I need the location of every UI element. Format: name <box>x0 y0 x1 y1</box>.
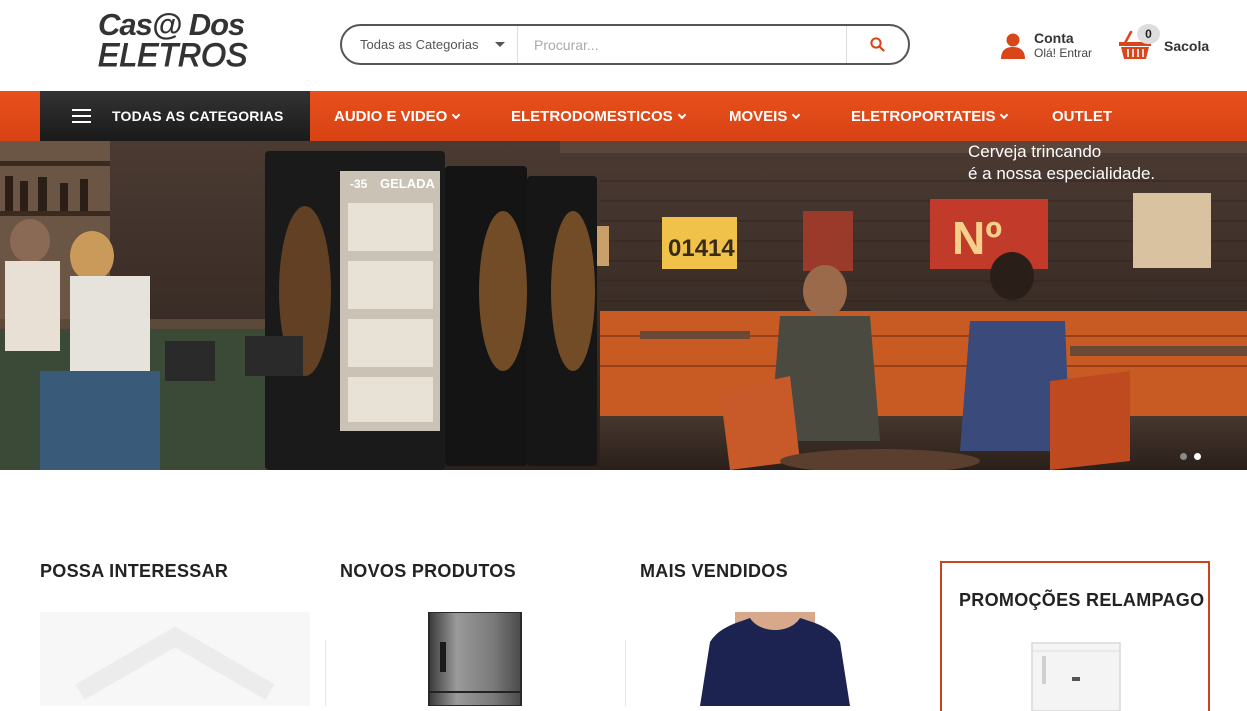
search-input[interactable] <box>519 28 845 61</box>
main-nav: TODAS AS CATEGORIAS AUDIO E VIDEO ELETRO… <box>0 91 1247 141</box>
nav-item-eletrodomesticos[interactable]: ELETRODOMESTICOS <box>511 108 686 125</box>
account-link[interactable]: Conta Olá! Entrar <box>1000 30 1110 64</box>
nav-item-label: ELETRODOMESTICOS <box>511 108 673 125</box>
hamburger-icon <box>72 109 91 123</box>
product-card-placeholder[interactable] <box>40 612 310 706</box>
site-header: Cas@ Dos ELETROS Todas as Categorias Con… <box>0 0 1247 91</box>
nav-item-outlet[interactable]: OUTLET <box>1052 108 1112 125</box>
fridge-temp-display: -35 <box>350 177 368 191</box>
section-title-possa-interessar: POSSA INTERESSAR <box>40 561 229 581</box>
account-subtitle: Olá! Entrar <box>1034 46 1093 60</box>
banner-caption-line-1: Cerveja trincando <box>968 142 1102 161</box>
wall-sign-no: Nº <box>952 212 1002 264</box>
cart-count-badge: 0 <box>1137 24 1160 44</box>
chevron-down-icon <box>452 110 461 120</box>
section-title-mais-vendidos: MAIS VENDIDOS <box>640 561 788 581</box>
chevron-down-icon <box>792 110 801 120</box>
section-title-promocoes-relampago: PROMOÇÕES RELAMPAGO <box>959 590 1205 610</box>
nav-item-label: AUDIO E VIDEO <box>334 108 448 125</box>
divider <box>325 640 326 706</box>
category-select-label: Todas as Categorias <box>360 37 479 52</box>
wall-sign-number: 01414 <box>668 235 735 262</box>
nav-item-label: ELETROPORTATEIS <box>851 108 996 125</box>
nav-item-eletroportateis[interactable]: ELETROPORTATEIS <box>851 108 1009 125</box>
caret-down-icon <box>495 42 505 47</box>
nav-item-label: MOVEIS <box>729 108 788 125</box>
bar-scene-illustration: -35 GELADA 01414 Nº <box>0 141 1247 470</box>
carousel-dot[interactable] <box>1180 453 1187 460</box>
flash-promotions-box: PROMOÇÕES RELAMPAGO <box>940 561 1210 711</box>
product-image-refrigerator-white[interactable] <box>1030 641 1122 711</box>
logo-line-1: Cas@ Dos <box>98 7 245 42</box>
image-placeholder-icon <box>75 626 275 700</box>
divider <box>625 640 626 706</box>
banner-caption-line-2: é a nossa especialidade. <box>968 164 1156 183</box>
hero-banner[interactable]: -35 GELADA 01414 Nº Cerveja trincando é … <box>0 141 1247 470</box>
search-icon <box>870 37 885 52</box>
logo-line-2: ELETROS <box>98 37 248 73</box>
search-bar: Todas as Categorias <box>340 24 910 65</box>
nav-item-audio-video[interactable]: AUDIO E VIDEO <box>334 108 461 125</box>
chevron-down-icon <box>677 110 686 120</box>
cart-label: Sacola <box>1164 38 1210 54</box>
section-title-novos-produtos: NOVOS PRODUTOS <box>340 561 516 581</box>
carousel-dot-active[interactable] <box>1194 453 1201 460</box>
nav-item-label: OUTLET <box>1052 108 1112 125</box>
account-title: Conta <box>1034 30 1074 46</box>
carousel-dots <box>1180 447 1208 465</box>
all-categories-label: TODAS AS CATEGORIAS <box>112 108 284 124</box>
cart-link[interactable]: 0 Sacola <box>1118 24 1218 64</box>
product-image-refrigerator <box>428 612 522 706</box>
search-button[interactable] <box>846 26 908 63</box>
category-select[interactable]: Todas as Categorias <box>342 26 518 63</box>
store-logo[interactable]: Cas@ Dos ELETROS <box>98 7 258 78</box>
banner-caption: Cerveja trincando é a nossa especialidad… <box>968 141 1155 185</box>
product-card-tshirt[interactable] <box>640 612 910 706</box>
fridge-brand-label: GELADA <box>380 176 436 191</box>
product-image-tshirt <box>700 612 850 706</box>
product-card-refrigerator[interactable] <box>340 612 610 706</box>
all-categories-button[interactable]: TODAS AS CATEGORIAS <box>40 91 310 141</box>
user-icon <box>1001 33 1025 59</box>
chevron-down-icon <box>1000 110 1009 120</box>
nav-item-moveis[interactable]: MOVEIS <box>729 108 801 125</box>
